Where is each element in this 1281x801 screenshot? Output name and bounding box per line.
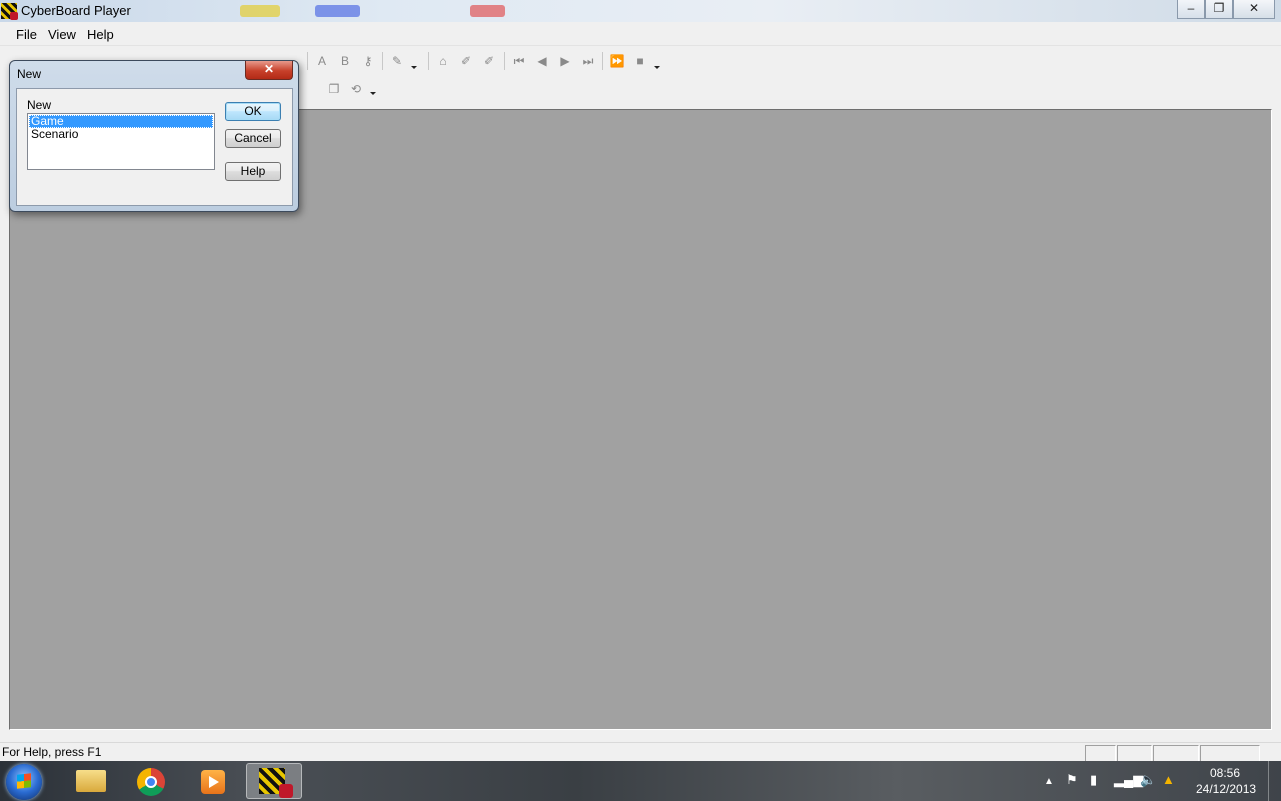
clock-time[interactable]: 08:56 [1210,766,1240,780]
media-player-icon [201,770,225,794]
help-button[interactable]: Help [225,162,281,181]
window-title: CyberBoard Player [21,3,131,18]
rotate-icon[interactable]: ⟲ [348,81,364,97]
new-dialog: New ✕ New Game Scenario OK Cancel Help [9,60,299,212]
close-button[interactable]: ✕ [1233,0,1275,19]
network-signal-icon[interactable]: ▂▄▆ [1114,773,1143,787]
dropdown-arrow-icon[interactable] [370,92,376,95]
toolbar-separator [382,52,383,70]
dialog-close-button[interactable]: ✕ [245,61,293,80]
taskbar-cyberboard[interactable] [246,763,302,799]
text-a-icon[interactable]: A [314,53,330,69]
next-icon[interactable]: ▶ [557,53,573,69]
status-bar: For Help, press F1 [0,742,1281,762]
taskbar-chrome[interactable] [123,763,179,799]
volume-icon[interactable]: 🔈 [1140,773,1156,787]
cyberboard-icon [259,768,293,798]
maximize-button[interactable]: ❐ [1205,0,1233,19]
google-drive-icon[interactable]: ▲ [1162,773,1175,787]
taskbar: ▲ ⚑ ▮ ▂▄▆ 🔈 ▲ 08:56 24/12/2013 [0,761,1281,801]
dialog-title: New [17,67,42,81]
last-icon[interactable]: ⏭ [580,53,596,69]
first-icon[interactable]: ⏮ [511,53,527,69]
status-pane [1085,745,1116,762]
key-icon[interactable]: ⚷ [360,53,376,69]
status-pane [1153,745,1199,762]
menu-bar: File View Help [0,23,1281,46]
background-decoration [240,5,280,17]
move-icon[interactable]: ✎ [389,53,405,69]
folder-icon [76,770,106,792]
list-label: New [27,98,52,112]
app-icon[interactable] [1,3,18,20]
dialog-body: New Game Scenario OK Cancel Help [16,88,293,206]
stop-icon[interactable]: ■ [632,53,648,69]
menu-view[interactable]: View [48,27,76,42]
prev-icon[interactable]: ◀ [534,53,550,69]
status-pane [1117,745,1152,762]
action-center-flag-icon[interactable]: ⚑ [1066,773,1078,787]
background-decoration [470,5,505,17]
power-icon[interactable]: ▮ [1090,773,1097,787]
taskbar-explorer[interactable] [62,763,118,799]
background-decoration [315,5,360,17]
copy-icon[interactable]: ❐ [326,81,342,97]
clock-date[interactable]: 24/12/2013 [1196,782,1256,796]
list-item-scenario[interactable]: Scenario [29,128,213,141]
windows-logo-icon [17,773,31,789]
taskbar-media-player[interactable] [184,763,240,799]
toolbar-separator [307,52,308,70]
text-b-icon[interactable]: B [337,53,353,69]
fast-forward-icon[interactable]: ⏩ [609,53,625,69]
toolbar-separator [504,52,505,70]
home-icon[interactable]: ⌂ [435,53,451,69]
status-pane [1200,745,1260,762]
menu-help[interactable]: Help [87,27,114,42]
cancel-button[interactable]: Cancel [225,129,281,148]
minimize-button[interactable]: – [1177,0,1205,19]
record-all-icon[interactable]: ✐ [481,53,497,69]
ok-button[interactable]: OK [225,102,281,121]
dropdown-arrow-icon[interactable] [654,66,660,69]
status-text: For Help, press F1 [2,745,102,759]
toolbar-separator [602,52,603,70]
toolbar-separator [428,52,429,70]
record-icon[interactable]: ✐ [458,53,474,69]
show-hidden-icons-icon[interactable]: ▲ [1044,775,1054,789]
chrome-icon [137,768,165,796]
dropdown-arrow-icon[interactable] [411,66,417,69]
show-desktop-button[interactable] [1268,761,1281,801]
menu-file[interactable]: File [16,27,37,42]
type-listbox[interactable]: Game Scenario [27,113,215,170]
start-button[interactable] [6,764,42,800]
title-bar: CyberBoard Player – ❐ ✕ [0,0,1281,22]
